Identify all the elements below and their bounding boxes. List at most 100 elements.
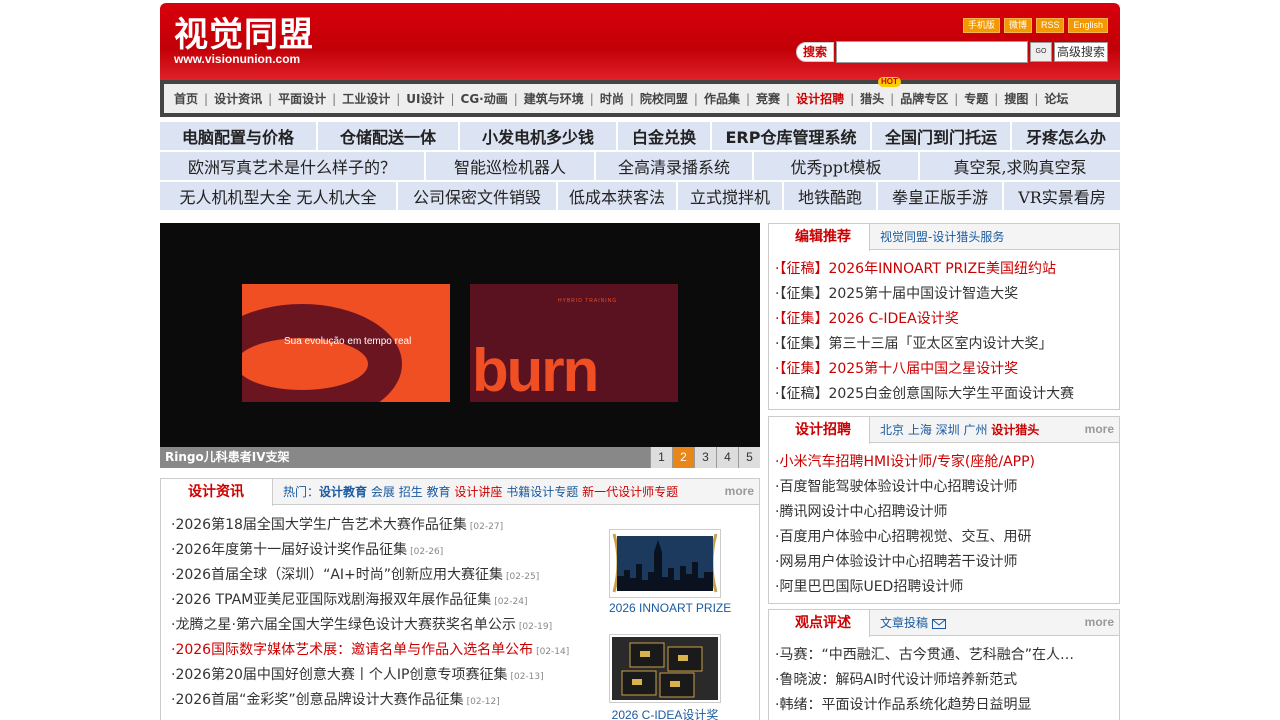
nav-brand[interactable]: 品牌专区: [900, 90, 948, 107]
advanced-search-button[interactable]: 高级搜索: [1053, 42, 1108, 62]
nav-news[interactable]: 设计资讯: [214, 90, 262, 107]
site-logo[interactable]: 视觉同盟 www.visionunion.com: [174, 15, 314, 66]
news-thumbnail[interactable]: 2026 INNOART PRIZE: [609, 529, 731, 615]
nav-schools[interactable]: 院校同盟: [640, 90, 688, 107]
english-link[interactable]: English: [1068, 18, 1108, 33]
list-item[interactable]: ·网易用户体验设计中心招聘若干设计师: [775, 550, 1119, 575]
list-item[interactable]: ·腾讯网设计中心招聘设计师: [775, 500, 1119, 525]
ad-link[interactable]: 智能巡检机器人: [426, 152, 594, 180]
nav-architecture[interactable]: 建筑与环境: [524, 90, 584, 107]
nav-cg[interactable]: CG·动画: [461, 90, 508, 107]
hot-link[interactable]: 设计教育: [319, 485, 367, 499]
nav-contest[interactable]: 竞赛: [756, 90, 780, 107]
nav-image-search[interactable]: 搜图: [1004, 90, 1028, 107]
opinion-title[interactable]: 观点评述: [769, 610, 870, 637]
more-link[interactable]: more: [1085, 422, 1114, 436]
nav-topics[interactable]: 专题: [964, 90, 988, 107]
ad-link[interactable]: 地铁酷跑: [784, 182, 876, 210]
design-news-title[interactable]: 设计资讯: [161, 479, 273, 506]
nav-fashion[interactable]: 时尚: [600, 90, 624, 107]
hot-link[interactable]: 书籍设计专题: [506, 485, 578, 499]
ad-link[interactable]: 公司保密文件销毁: [398, 182, 556, 210]
news-thumbnail[interactable]: 2026 C-IDEA设计奖: [609, 634, 721, 720]
list-item[interactable]: ·【征稿】2026年INNOART PRIZE美国纽约站: [775, 257, 1119, 282]
hot-link[interactable]: 教育: [427, 485, 451, 499]
list-item[interactable]: ·鲁晓波：解码AI时代设计师培养新范式: [775, 668, 1119, 693]
slide-page-1[interactable]: 1: [650, 447, 672, 468]
submit-article-label[interactable]: 文章投稿: [880, 616, 928, 630]
search-input[interactable]: [835, 41, 1028, 63]
ad-row: 欧洲写真艺术是什么样子的？ 智能巡检机器人 全高清录播系统 优秀ppt模板 真空…: [160, 152, 1120, 180]
top-links: 手机版 微博 RSS English: [962, 18, 1108, 33]
slide-page-2[interactable]: 2: [672, 447, 694, 468]
city-link[interactable]: 北京 上海 深圳 广州: [880, 423, 987, 437]
slide-big-text: burn: [472, 337, 599, 402]
list-item[interactable]: ·【征集】2026 C-IDEA设计奖: [775, 307, 1119, 332]
thumbnail-image[interactable]: [609, 529, 721, 598]
slide-page-3[interactable]: 3: [694, 447, 716, 468]
logo-chinese: 视觉同盟: [174, 15, 314, 55]
submit-article-link[interactable]: 文章投稿: [870, 614, 946, 631]
slide-page-5[interactable]: 5: [738, 447, 760, 468]
list-item[interactable]: ·百度智能驾驶体验设计中心招聘设计师: [775, 475, 1119, 500]
list-item[interactable]: ·【征集】第三十三届「亚太区室内设计大奖」: [775, 332, 1119, 357]
list-item[interactable]: ·小米汽车招聘HMI设计师/专家(座舱/APP): [775, 450, 1119, 475]
more-link[interactable]: more: [1085, 615, 1114, 629]
headhunter-service-link[interactable]: 视觉同盟-设计猎头服务: [870, 228, 1004, 245]
list-item[interactable]: ·韩绪：平面设计作品系统化趋势日益明显: [775, 693, 1119, 718]
more-link[interactable]: more: [725, 484, 754, 498]
nav-ui[interactable]: UI设计: [406, 90, 444, 107]
ad-link[interactable]: 白金兑换: [618, 122, 710, 150]
ad-link[interactable]: 牙疼怎么办: [1012, 122, 1120, 150]
list-item[interactable]: ·【征集】2025第十八届中国之星设计奖: [775, 357, 1119, 382]
slide-page-4[interactable]: 4: [716, 447, 738, 468]
ad-link[interactable]: 全国门到门托运: [872, 122, 1010, 150]
opinion-header: 观点评述 文章投稿 more: [769, 610, 1119, 637]
rss-link[interactable]: RSS: [1035, 18, 1065, 33]
ad-link[interactable]: 电脑配置与价格: [160, 122, 316, 150]
ad-link[interactable]: ERP仓库管理系统: [712, 122, 870, 150]
ad-link[interactable]: 全高清录播系统: [596, 152, 752, 180]
design-news-header: 设计资讯 热门：设计教育 会展 招生 教育 设计讲座 书籍设计专题 新一代设计师…: [161, 479, 759, 506]
ad-link[interactable]: 拳皇正版手游: [878, 182, 1002, 210]
mobile-link[interactable]: 手机版: [962, 18, 1000, 33]
thumbnail-caption[interactable]: 2026 INNOART PRIZE: [609, 601, 731, 615]
ad-link[interactable]: 欧洲写真艺术是什么样子的？: [160, 152, 424, 180]
go-button[interactable]: GO: [1029, 42, 1052, 62]
slide-text: Sua evolução em tempo real: [284, 336, 412, 347]
headhunter-link[interactable]: 设计猎头: [991, 423, 1039, 437]
design-jobs-title[interactable]: 设计招聘: [769, 417, 870, 444]
ad-link[interactable]: 小发电机多少钱: [460, 122, 616, 150]
ad-link[interactable]: 低成本获客法: [558, 182, 676, 210]
slide-caption-text[interactable]: Ringo儿科患者IV支架: [165, 450, 289, 464]
city-links: 北京 上海 深圳 广州 设计猎头: [870, 421, 1039, 438]
hot-link[interactable]: 招生: [399, 485, 423, 499]
hot-link[interactable]: 新一代设计师专题: [582, 485, 678, 499]
thumbnail-image[interactable]: [609, 634, 721, 703]
ad-link[interactable]: 无人机机型大全 无人机大全: [160, 182, 396, 210]
list-item[interactable]: ·【征集】2025第十届中国设计智造大奖: [775, 282, 1119, 307]
ad-link[interactable]: 立式搅拌机: [678, 182, 782, 210]
nav-home[interactable]: 首页: [174, 90, 198, 107]
search-label: 搜索: [795, 42, 834, 62]
ad-link[interactable]: VR实景看房: [1004, 182, 1120, 210]
hot-link[interactable]: 设计讲座: [454, 485, 502, 499]
nav-graphic[interactable]: 平面设计: [278, 90, 326, 107]
nav-jobs[interactable]: 设计招聘: [796, 90, 844, 107]
thumbnail-caption[interactable]: 2026 C-IDEA设计奖: [609, 706, 721, 720]
ad-link[interactable]: 真空泵,求购真空泵: [920, 152, 1120, 180]
list-item[interactable]: ·【征稿】2025白金创意国际大学生平面设计大赛: [775, 382, 1119, 407]
hot-link[interactable]: 会展: [371, 485, 395, 499]
list-item[interactable]: ·阿里巴巴国际UED招聘设计师: [775, 575, 1119, 600]
list-item[interactable]: ·马赛：“中西融汇、古今贯通、艺科融合”在人…: [775, 643, 1119, 668]
nav-industrial[interactable]: 工业设计: [342, 90, 390, 107]
list-item[interactable]: ·百度用户体验中心招聘视觉、交互、用研: [775, 525, 1119, 550]
ad-link[interactable]: 优秀ppt模板: [754, 152, 918, 180]
weibo-link[interactable]: 微博: [1003, 18, 1032, 33]
nav-forum[interactable]: 论坛: [1044, 90, 1068, 107]
editor-recommend-title[interactable]: 编辑推荐: [769, 224, 870, 251]
nav-headhunter[interactable]: 猎头: [860, 90, 884, 107]
image-slider[interactable]: Sua evolução em tempo real HYBRID TRAINI…: [160, 223, 760, 468]
nav-portfolio[interactable]: 作品集: [704, 90, 740, 107]
ad-link[interactable]: 仓储配送一体: [318, 122, 458, 150]
